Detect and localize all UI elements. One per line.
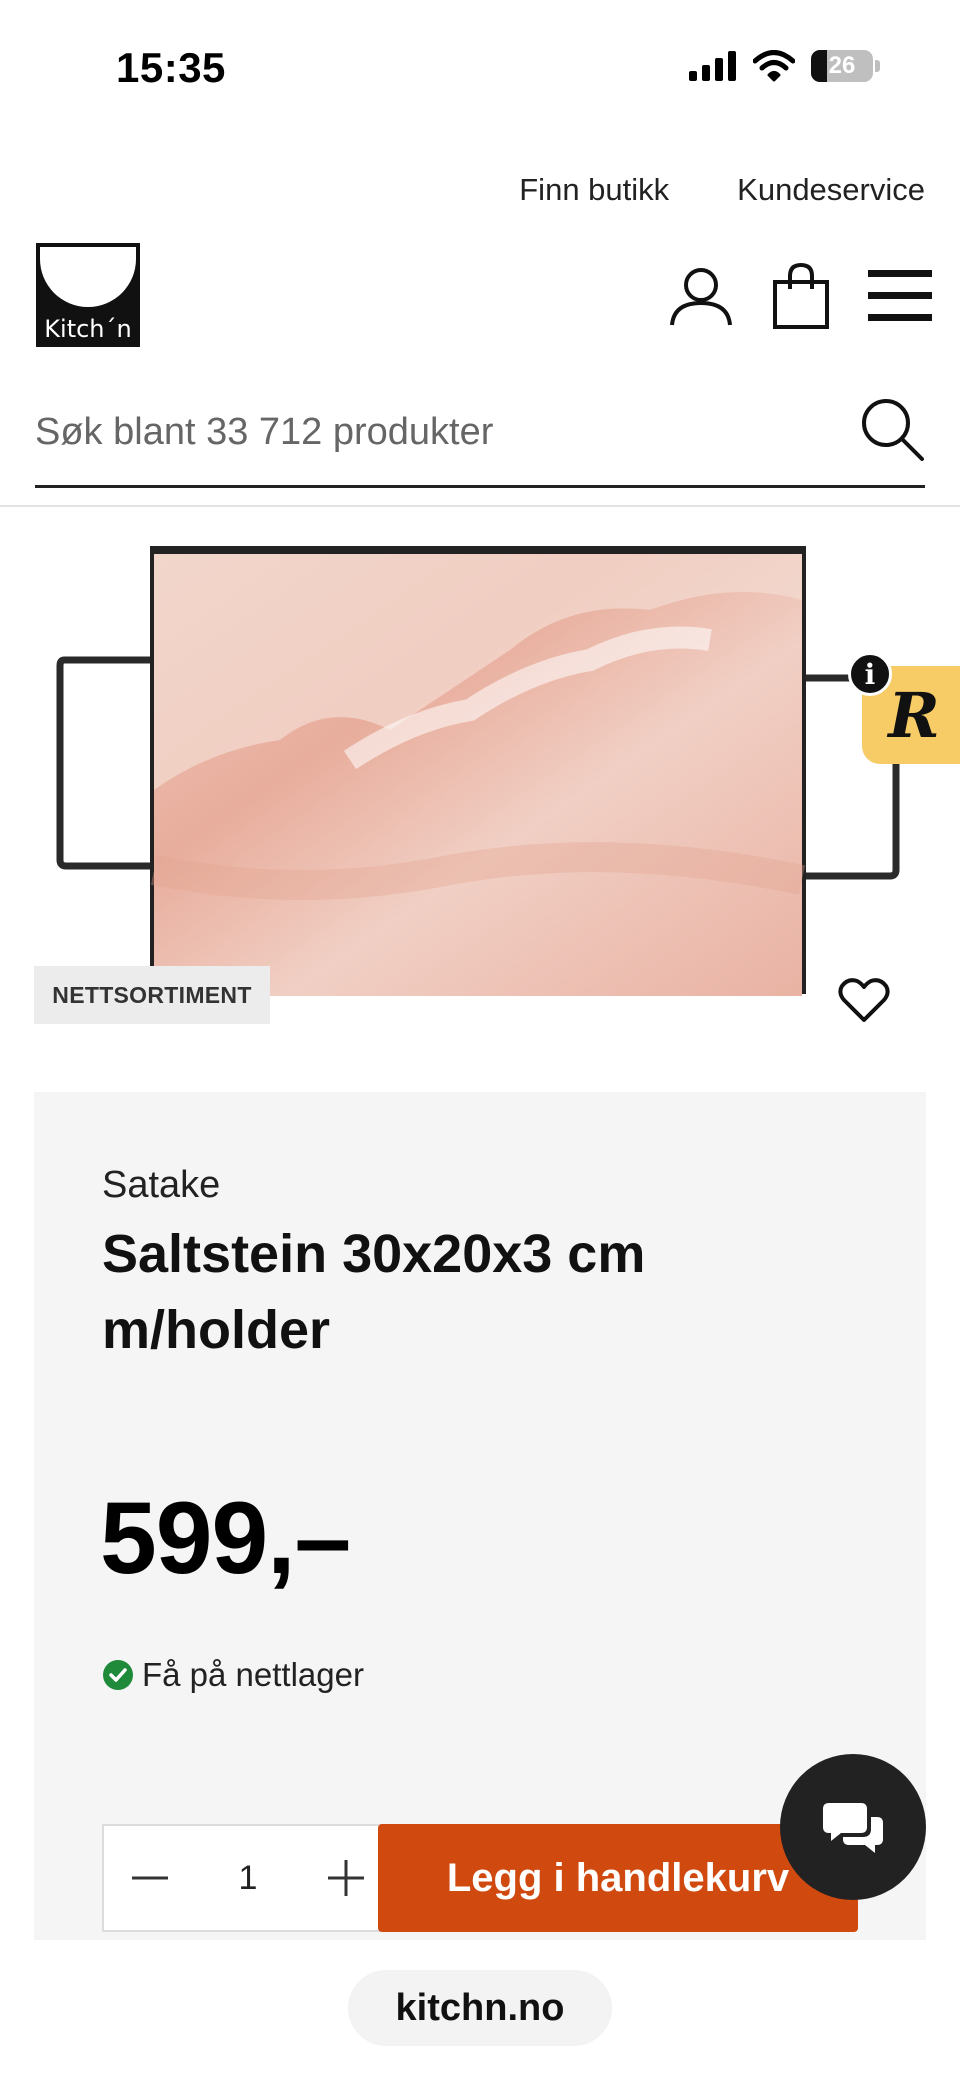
menu-icon[interactable] (868, 268, 932, 324)
search-bar (35, 390, 925, 488)
top-links: Finn butikk Kundeservice (519, 172, 925, 208)
logo-bowl (40, 247, 136, 307)
product-image[interactable] (50, 540, 910, 1010)
logo-text: Kitch´n (44, 315, 132, 343)
user-icon[interactable] (668, 263, 734, 329)
online-only-badge: NETTSORTIMENT (34, 966, 270, 1024)
minus-icon[interactable] (130, 1858, 170, 1898)
product-price: 599,– (100, 1481, 351, 1595)
browser-url[interactable]: kitchn.no (348, 1970, 612, 2046)
chat-button[interactable] (780, 1754, 926, 1900)
battery-icon: 26 (811, 50, 873, 82)
status-bar: 15:35 26 (0, 0, 960, 140)
check-circle-icon (103, 1660, 133, 1690)
find-store-link[interactable]: Finn butikk (519, 172, 669, 208)
plus-icon[interactable] (326, 1858, 366, 1898)
wifi-icon (753, 50, 795, 82)
status-icons: 26 (689, 50, 880, 82)
chat-icon (823, 1803, 883, 1853)
heart-icon[interactable] (838, 978, 890, 1024)
review-widget-letter: R (888, 678, 940, 752)
shopping-bag-icon[interactable] (772, 262, 830, 330)
status-time: 15:35 (116, 44, 226, 91)
product-brand[interactable]: Satake (102, 1164, 220, 1207)
stock-status-text: Få på nettlager (142, 1656, 364, 1693)
header-divider (0, 505, 960, 507)
search-input[interactable] (35, 404, 815, 460)
product-title: Saltstein 30x20x3 cm m/holder (102, 1224, 646, 1360)
quantity-stepper: 1 (102, 1824, 394, 1932)
info-icon[interactable]: i (848, 652, 892, 696)
stock-status: Få på nettlager (102, 1656, 364, 1694)
battery-level: 26 (828, 52, 856, 79)
search-icon[interactable] (859, 396, 925, 462)
header-icons (668, 262, 932, 330)
customer-service-link[interactable]: Kundeservice (737, 172, 925, 208)
quantity-value[interactable]: 1 (239, 1859, 258, 1898)
battery-cap (875, 60, 880, 72)
signal-icon (689, 51, 736, 81)
logo[interactable]: Kitch´n (36, 243, 140, 347)
